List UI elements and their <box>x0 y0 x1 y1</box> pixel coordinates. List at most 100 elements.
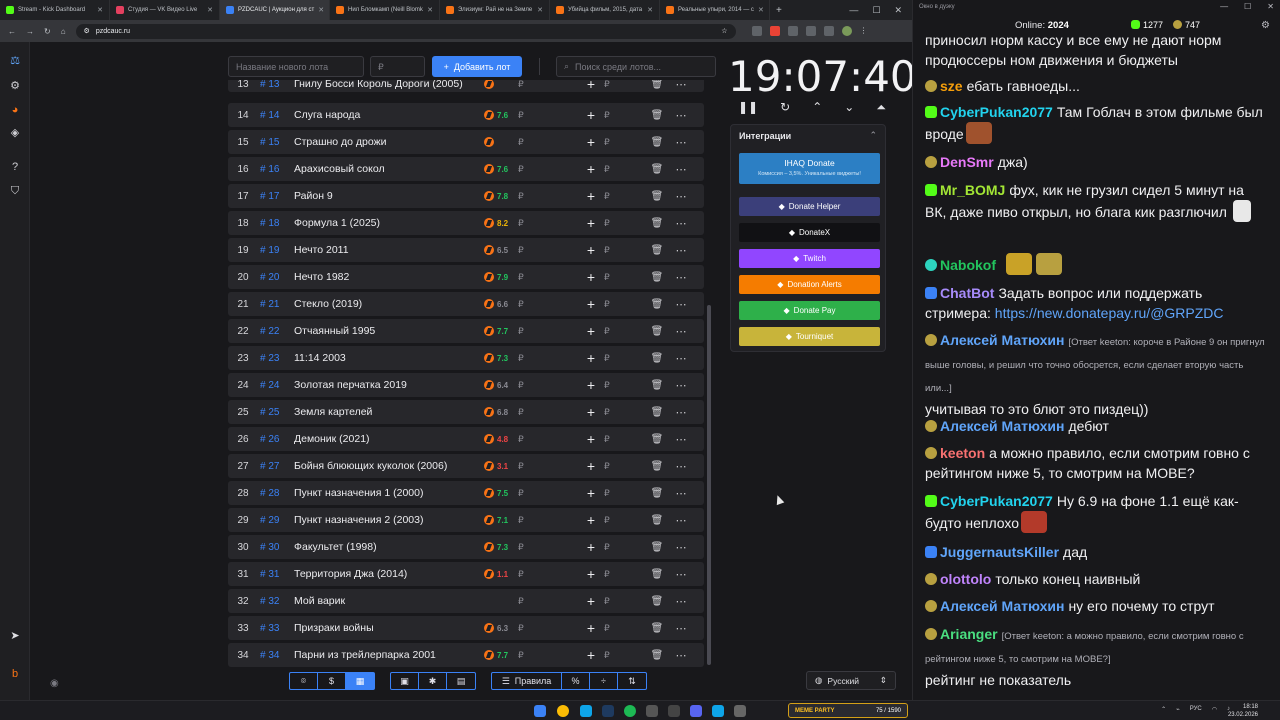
telegram-icon[interactable]: ➤ <box>8 629 22 643</box>
close-tab-icon[interactable]: ✕ <box>758 6 764 14</box>
chat-nick[interactable]: sze <box>940 78 963 94</box>
add-amount-button[interactable]: + <box>582 485 600 501</box>
lot-add-currency[interactable]: ₽ <box>604 299 622 310</box>
add-amount-button[interactable]: + <box>582 215 600 231</box>
delete-all-icon[interactable]: ▤ <box>447 673 475 689</box>
lot-title[interactable]: Арахисовый сокол <box>294 163 484 175</box>
lot-title[interactable]: Страшно до дрожи <box>294 136 484 148</box>
browser-tab[interactable]: Элизиум: Рай не на Земле ✕ <box>440 0 550 20</box>
add-amount-button[interactable]: + <box>582 566 600 582</box>
eye-icon[interactable]: ◉ <box>50 678 59 689</box>
lot-add-currency[interactable]: ₽ <box>604 488 622 499</box>
trash-icon[interactable]: 🗑 <box>650 137 664 148</box>
bug-icon[interactable]: ✱ <box>419 673 447 689</box>
browser-tab[interactable]: Stream - Kick Dashboard ✕ <box>0 0 110 20</box>
add-amount-button[interactable]: + <box>582 269 600 285</box>
lot-row[interactable]: 24 # 24 Золотая перчатка 2019 6.4 ₽ + ₽ 🗑 ⋯ <box>228 373 704 397</box>
lot-row[interactable]: 28 # 28 Пункт назначения 1 (2000) 7.5 ₽ + ₽ 🗑 ⋯ <box>228 481 704 505</box>
add-amount-button[interactable]: + <box>582 593 600 609</box>
lot-row[interactable]: 29 # 29 Пункт назначения 2 (2003) 7.1 ₽ + ₽ 🗑 ⋯ <box>228 508 704 532</box>
lot-title[interactable]: Мой варик <box>294 595 484 607</box>
add-amount-button[interactable]: + <box>582 323 600 339</box>
trash-icon[interactable]: 🗑 <box>650 164 664 175</box>
layers-icon[interactable]: ◈ <box>8 126 22 140</box>
lot-add-currency[interactable]: ₽ <box>604 407 622 418</box>
lot-title[interactable]: Территория Джа (2014) <box>294 568 484 580</box>
lot-row[interactable]: 33 # 33 Призраки войны 6.3 ₽ + ₽ 🗑 ⋯ <box>228 616 704 640</box>
auction-icon[interactable]: ⚖ <box>8 54 22 68</box>
chevron-down-icon[interactable]: ⌄ <box>844 100 854 116</box>
chat-nick[interactable]: DenSmr <box>940 154 994 170</box>
extension-icon[interactable] <box>751 26 762 36</box>
browser-tab[interactable]: Нил Бломкамп (Neill Blomk ✕ <box>330 0 440 20</box>
more-icon[interactable]: ⋯ <box>674 433 688 446</box>
network-icon[interactable]: ⌁ <box>1176 706 1180 713</box>
add-amount-button[interactable]: + <box>582 404 600 420</box>
trash-icon[interactable]: 🗑 <box>650 515 664 526</box>
lot-add-currency[interactable]: ₽ <box>604 461 622 472</box>
trash-icon[interactable]: 🗑 <box>650 272 664 283</box>
ihaq-donate-button[interactable]: IHAQ Donate Комиссия – 3,5%. Уникальные … <box>739 153 880 184</box>
split-icon[interactable]: ÷ <box>590 673 618 689</box>
browser-tab[interactable]: Убийца фильм, 2015, дата ✕ <box>550 0 660 20</box>
add-lot-button[interactable]: + Добавить лот <box>432 56 522 77</box>
lot-add-currency[interactable]: ₽ <box>604 245 622 256</box>
add-amount-button[interactable]: + <box>582 350 600 366</box>
chat-nick[interactable]: Arianger <box>940 626 998 642</box>
trash-icon[interactable]: 🗑 <box>650 299 664 310</box>
add-amount-button[interactable]: + <box>582 80 600 92</box>
lot-title[interactable]: Слуга народа <box>294 109 484 121</box>
lot-add-currency[interactable]: ₽ <box>604 353 622 364</box>
trash-icon[interactable]: 🗑 <box>650 380 664 391</box>
more-icon[interactable]: ⋯ <box>674 217 688 230</box>
lot-title[interactable]: Парни из трейлерпарка 2001 <box>294 649 484 661</box>
trash-icon[interactable]: 🗑 <box>650 434 664 445</box>
lot-row[interactable]: 32 # 32 Мой варик ₽ + ₽ 🗑 ⋯ <box>228 589 704 613</box>
chat-nick[interactable]: olottolo <box>940 571 991 587</box>
home-icon[interactable]: ⌂ <box>61 27 66 36</box>
trash-icon[interactable]: 🗑 <box>650 218 664 229</box>
chat-nick[interactable]: Nabokof <box>940 257 996 273</box>
rules-button[interactable]: ☰ Правила <box>492 673 562 689</box>
lot-title[interactable]: Гнилу Босси Король Дороги (2005) <box>294 80 484 90</box>
menu-icon[interactable]: ⋮ <box>860 26 868 36</box>
chevron-up-icon[interactable]: ⌃ <box>1161 706 1166 713</box>
more-icon[interactable]: ⋯ <box>674 352 688 365</box>
trash-icon[interactable]: 🗑 <box>650 110 664 121</box>
lot-title[interactable]: Золотая перчатка 2019 <box>294 379 484 391</box>
add-amount-button[interactable]: + <box>582 620 600 636</box>
minimize-icon[interactable]: — <box>1220 2 1228 11</box>
lot-title[interactable]: Земля картелей <box>294 406 484 418</box>
close-tab-icon[interactable]: ✕ <box>537 6 543 14</box>
lot-title[interactable]: Нечто 2011 <box>294 244 484 256</box>
more-icon[interactable]: ⋯ <box>674 541 688 554</box>
chat-nick[interactable]: Алексей Матюхин <box>940 598 1064 614</box>
lot-title[interactable]: Отчаянный 1995 <box>294 325 484 337</box>
app-icon[interactable] <box>668 705 680 717</box>
more-icon[interactable]: ⋯ <box>674 136 688 149</box>
lot-row[interactable]: 13 # 13 Гнилу Босси Король Дороги (2005) ₽ +… <box>228 80 704 92</box>
lot-title[interactable]: Нечто 1982 <box>294 271 484 283</box>
wheel-icon[interactable]: ◕ <box>8 103 22 117</box>
lot-row[interactable]: 25 # 25 Земля картелей 6.8 ₽ + ₽ 🗑 ⋯ <box>228 400 704 424</box>
more-icon[interactable]: ⋯ <box>674 460 688 473</box>
lot-row[interactable]: 17 # 17 Район 9 7.8 ₽ + ₽ 🗑 ⋯ <box>228 184 704 208</box>
lot-add-currency[interactable]: ₽ <box>604 110 622 121</box>
lot-add-currency[interactable]: ₽ <box>604 137 622 148</box>
chat-nick[interactable]: Алексей Матюхин <box>940 332 1064 348</box>
lot-row[interactable]: 27 # 27 Бойня блюющих куколок (2006) 3.1 ₽ + ₽… <box>228 454 704 478</box>
more-icon[interactable]: ⋯ <box>674 622 688 635</box>
pause-icon[interactable]: ❚❚ <box>738 100 758 116</box>
lot-add-currency[interactable]: ₽ <box>604 596 622 607</box>
spotify-icon[interactable] <box>624 705 636 717</box>
close-icon[interactable]: ✕ <box>894 5 902 16</box>
bookmark-star-icon[interactable]: ☆ <box>721 27 727 35</box>
more-icon[interactable]: ⋯ <box>674 163 688 176</box>
add-amount-button[interactable]: + <box>582 161 600 177</box>
lot-row[interactable]: 22 # 22 Отчаянный 1995 7.7 ₽ + ₽ 🗑 ⋯ <box>228 319 704 343</box>
add-amount-button[interactable]: + <box>582 377 600 393</box>
chat-nick[interactable]: Mr_BOMJ <box>940 182 1005 198</box>
add-amount-button[interactable]: + <box>582 647 600 663</box>
more-icon[interactable]: ⋯ <box>674 244 688 257</box>
more-icon[interactable]: ⋯ <box>674 298 688 311</box>
